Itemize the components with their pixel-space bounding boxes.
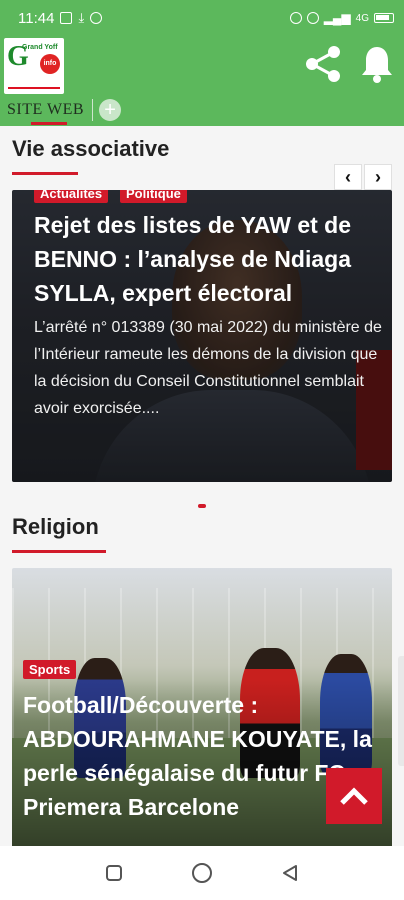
gallery-icon [60, 12, 73, 24]
tab-divider [92, 99, 94, 121]
edge-panel-handle[interactable] [398, 656, 404, 766]
nav-recents-icon[interactable] [103, 862, 125, 884]
bell-icon[interactable] [360, 44, 394, 84]
add-tab-button[interactable]: + [99, 99, 122, 121]
system-nav-bar [0, 846, 404, 900]
article-card[interactable]: Actualites Politique Rejet des listes de… [12, 190, 392, 482]
status-bar: 11:44 ⤓ ▂▄▆ 4G [0, 0, 404, 36]
scroll-to-top-button[interactable] [326, 768, 382, 824]
logo-text: Grand Yoff [22, 44, 58, 51]
article-excerpt: L’arrêté n° 013389 (30 mai 2022) du mini… [34, 319, 382, 417]
article-title[interactable]: Rejet des listes de YAW et de BENNO : l’… [34, 208, 378, 310]
nav-home-icon[interactable] [191, 862, 213, 884]
app-logo[interactable]: G Grand Yoff info [4, 38, 64, 94]
tab-active-indicator [31, 122, 67, 125]
nav-back-icon[interactable] [279, 862, 301, 884]
alarm-icon [289, 12, 302, 24]
chevron-right-icon[interactable]: › [364, 164, 392, 190]
section-underline [12, 550, 106, 553]
section-underline [12, 172, 78, 175]
app-bar: G Grand Yoff info SITE WEB + [0, 36, 404, 126]
chevron-left-icon[interactable]: ‹ [334, 164, 362, 190]
category-tag[interactable]: Actualites [34, 190, 109, 203]
status-time: 11:44 [18, 9, 55, 27]
whatsapp-icon [90, 12, 103, 24]
share-icon[interactable] [304, 44, 344, 84]
category-tag[interactable]: Politique [120, 190, 187, 203]
section-title-religion: Religion [12, 514, 99, 539]
section-title-vie-associative: Vie associative [12, 136, 170, 161]
carousel-indicator [198, 504, 206, 508]
battery-icon [374, 13, 394, 23]
tab-site-web-label: SITE WEB [7, 101, 85, 118]
download-icon: ⤓ [78, 10, 85, 25]
carousel-arrows: ‹ › [334, 164, 392, 190]
network-label: 4G [355, 12, 369, 24]
hotspot-icon [306, 12, 319, 24]
tab-row: SITE WEB + [0, 94, 404, 126]
signal-icon: ▂▄▆ [323, 11, 351, 25]
category-tag[interactable]: Sports [23, 660, 77, 679]
tab-site-web[interactable]: SITE WEB [7, 101, 85, 125]
logo-badge: info [40, 54, 60, 74]
chevron-up-icon [340, 787, 368, 805]
content-feed[interactable]: Vie associative ‹ › Actualites Politique… [0, 126, 404, 848]
